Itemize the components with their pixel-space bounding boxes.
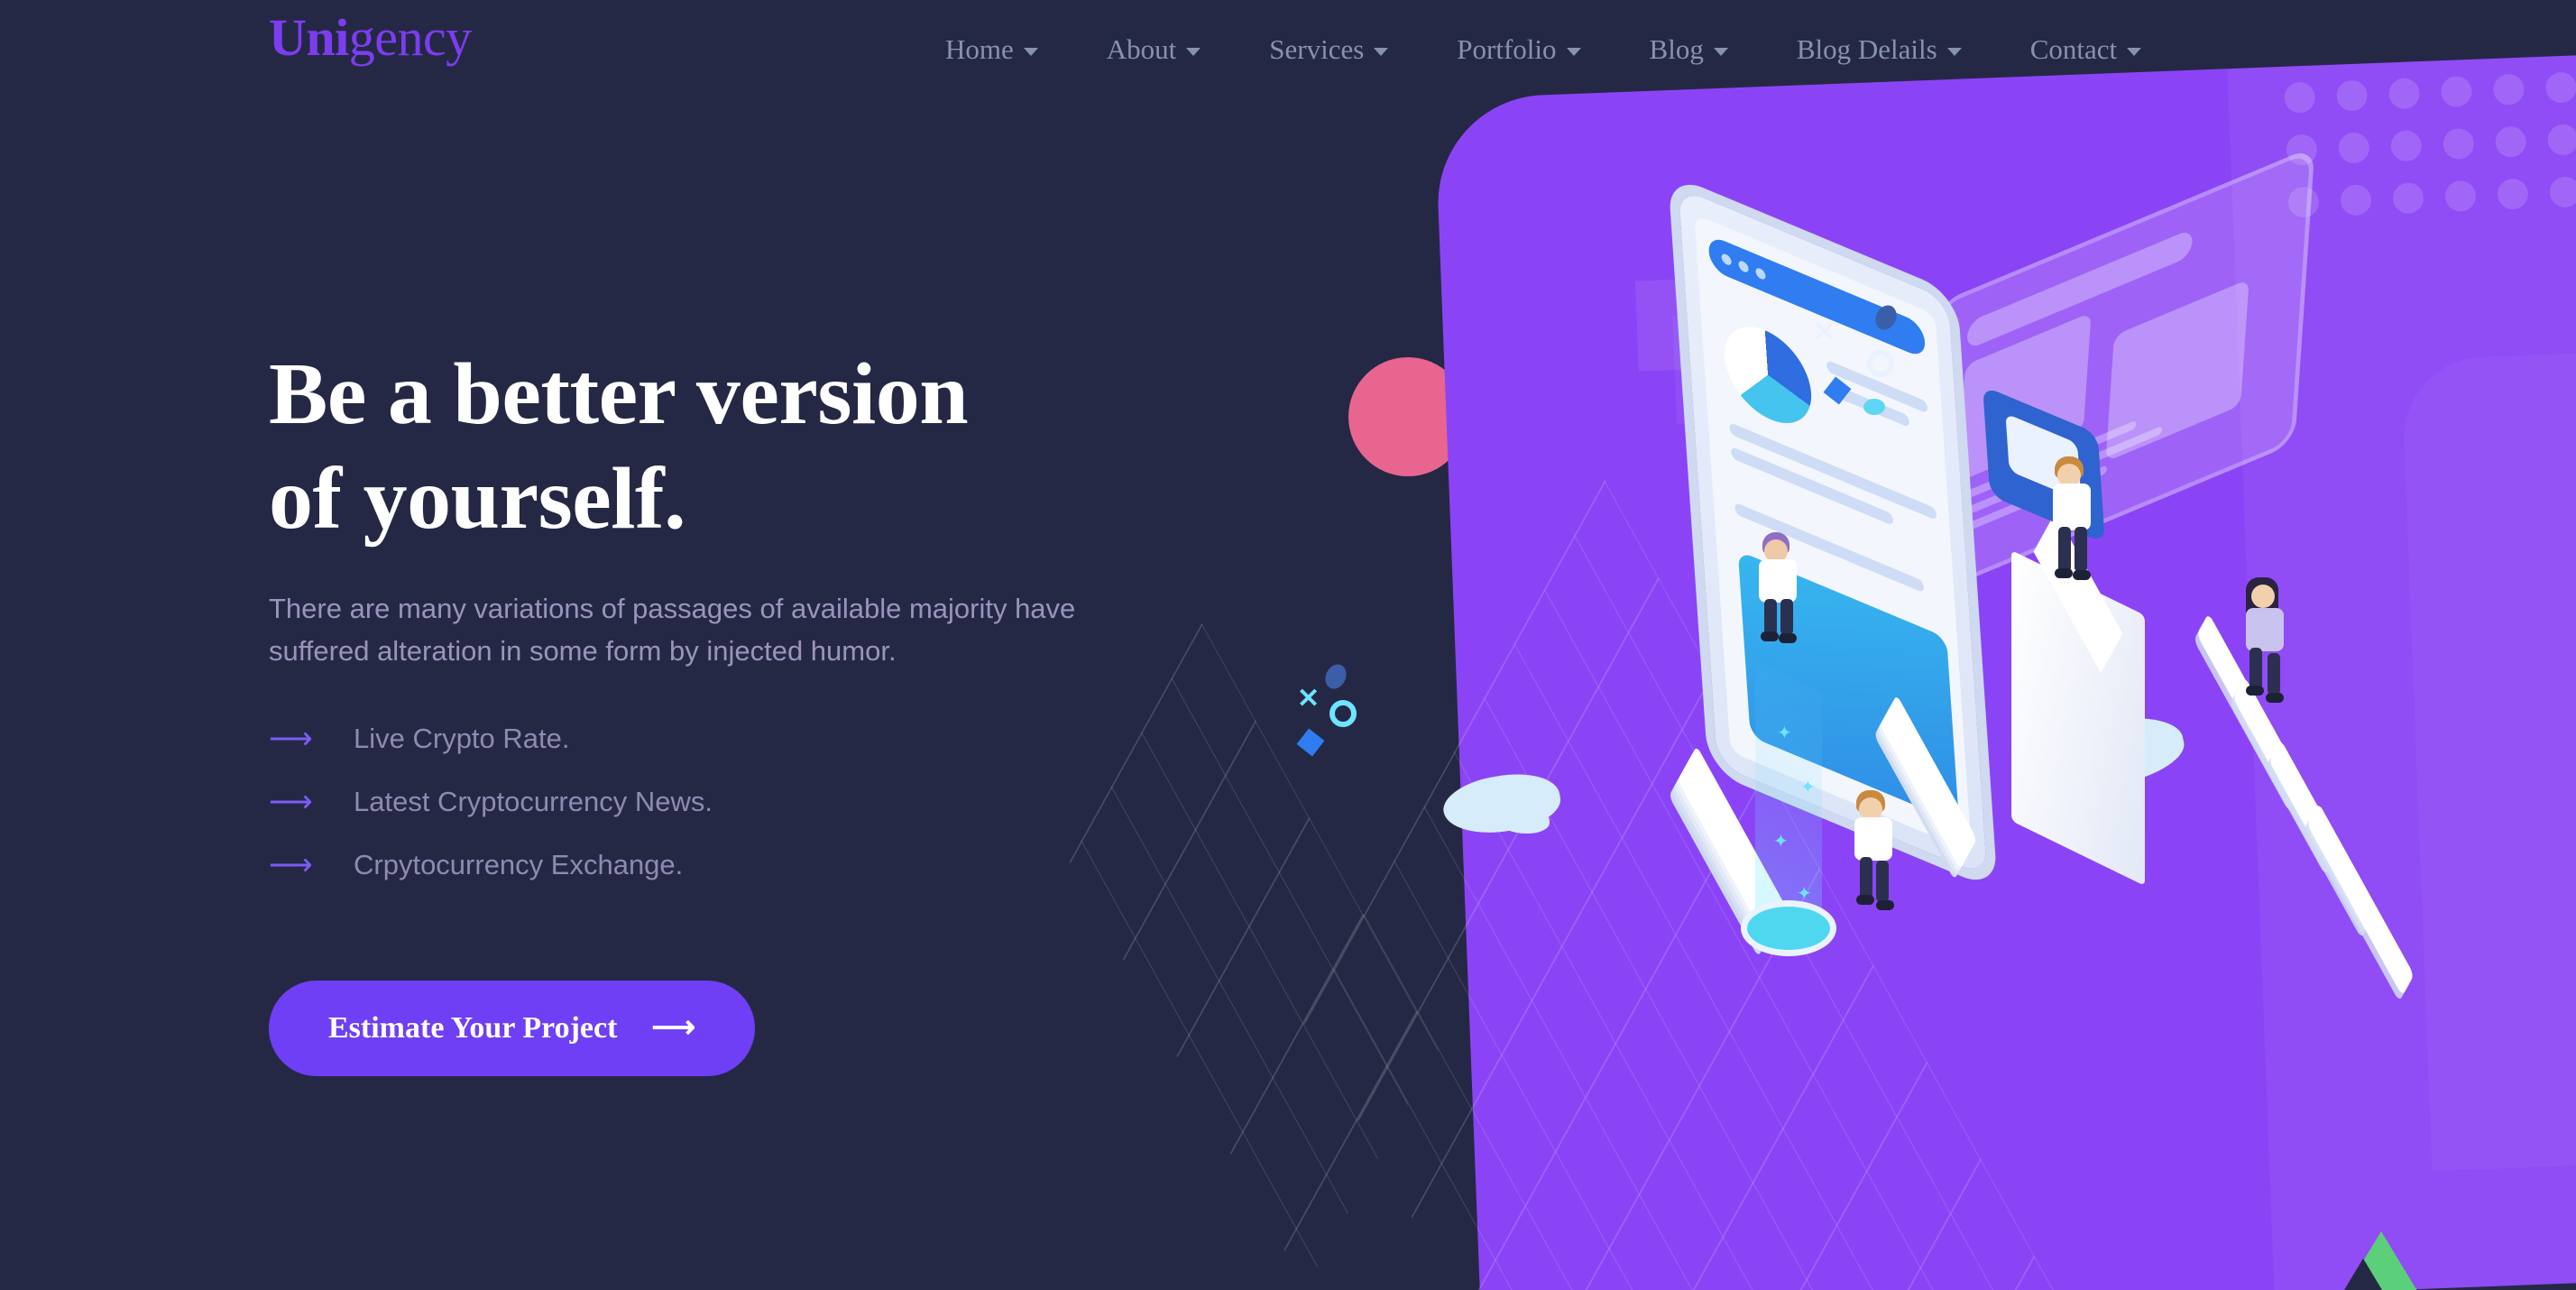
circle-outline-icon [1329,700,1357,727]
chevron-down-icon [1566,48,1581,56]
nav-item-about[interactable]: About [1072,33,1236,66]
nav-item-home[interactable]: Home [911,33,1072,66]
pie-chart [1721,312,1815,438]
arrow-right-icon: ⟶ [269,848,313,883]
title-line-1: Be a better version [269,346,969,443]
translucent-screen-card [1917,145,2315,602]
cta-label: Estimate Your Project [328,1011,618,1046]
nav-label: Blog [1649,33,1704,65]
nav-label: Home [945,33,1014,65]
sparkle-icon: ✦ [1797,884,1812,904]
list-item: ⟶ Crpytocurrency Exchange. [269,849,1288,881]
sparkle-icon: ✦ [1773,832,1789,852]
list-item: ⟶ Live Crypto Rate. [269,723,1288,755]
portal-base [1741,900,1836,956]
site-header: Unigency Home About Services Portfolio B… [0,0,2576,99]
feature-label: Latest Cryptocurrency News. [354,786,713,818]
estimate-project-button[interactable]: Estimate Your Project ⟶ [269,981,756,1077]
chevron-down-icon [1946,48,1962,56]
feature-label: Live Crypto Rate. [354,723,570,755]
nav-label: Blog Delails [1796,33,1937,65]
chevron-down-icon [1186,48,1201,56]
nav-item-contact[interactable]: Contact [1996,33,2176,66]
chevron-down-icon [1374,48,1389,56]
dot-shape-icon [1321,660,1350,693]
chevron-down-icon [1713,48,1728,56]
hero-page: ✦ ✦ ✦ ✦ ✕ ✕ Unigency Home About Services… [0,0,2576,1290]
nav-item-services[interactable]: Services [1235,33,1422,66]
isometric-illustration: ✦ ✦ ✦ ✦ ✕ ✕ [1069,144,2571,1290]
page-title: Be a better version of yourself. [269,343,1288,551]
circle-outline-icon [1867,350,1894,377]
brand-logo-light: gency [348,8,473,67]
nav-item-portfolio[interactable]: Portfolio [1422,33,1615,66]
arrow-right-icon: ⟶ [269,722,313,757]
list-item: ⟶ Latest Cryptocurrency News. [269,786,1288,818]
screen-block-right [2105,279,2249,463]
nav-label: Contact [2029,33,2118,65]
stair-step [2306,802,2415,997]
feature-label: Crpytocurrency Exchange. [354,849,684,881]
cross-shape-icon: ✕ [1813,318,1836,347]
puzzle-blob-2 [1499,808,1550,834]
pill-shape-icon [1863,399,1885,415]
brand-logo-bold: Uni [269,8,349,67]
feature-list: ⟶ Live Crypto Rate. ⟶ Latest Cryptocurre… [269,723,1288,881]
sparkle-icon: ✦ [1777,723,1792,743]
chevron-down-icon [2127,48,2142,56]
brand-logo[interactable]: Unigency [269,7,472,68]
title-line-2: of yourself. [269,449,686,548]
nav-label: Services [1269,33,1365,65]
nav-item-blog[interactable]: Blog [1615,33,1762,66]
sparkle-icon: ✦ [1800,778,1816,797]
chevron-down-icon [1023,48,1038,56]
nav-label: Portfolio [1457,33,1557,65]
arrow-right-icon: ⟶ [269,785,313,820]
arrow-right-icon: ⟶ [651,1011,696,1046]
hero-subtitle: There are many variations of passages of… [269,593,1076,668]
nav-label: About [1106,33,1177,65]
cross-shape-icon: ✕ [1297,684,1320,714]
square-shape-icon [1296,728,1325,757]
nav-item-blog-details[interactable]: Blog Delails [1762,33,1996,66]
hero-content: Be a better version of yourself. There a… [269,343,1288,1077]
main-navigation: Home About Services Portfolio Blog Blog … [911,0,2176,99]
phone-text-line [1729,421,1937,521]
